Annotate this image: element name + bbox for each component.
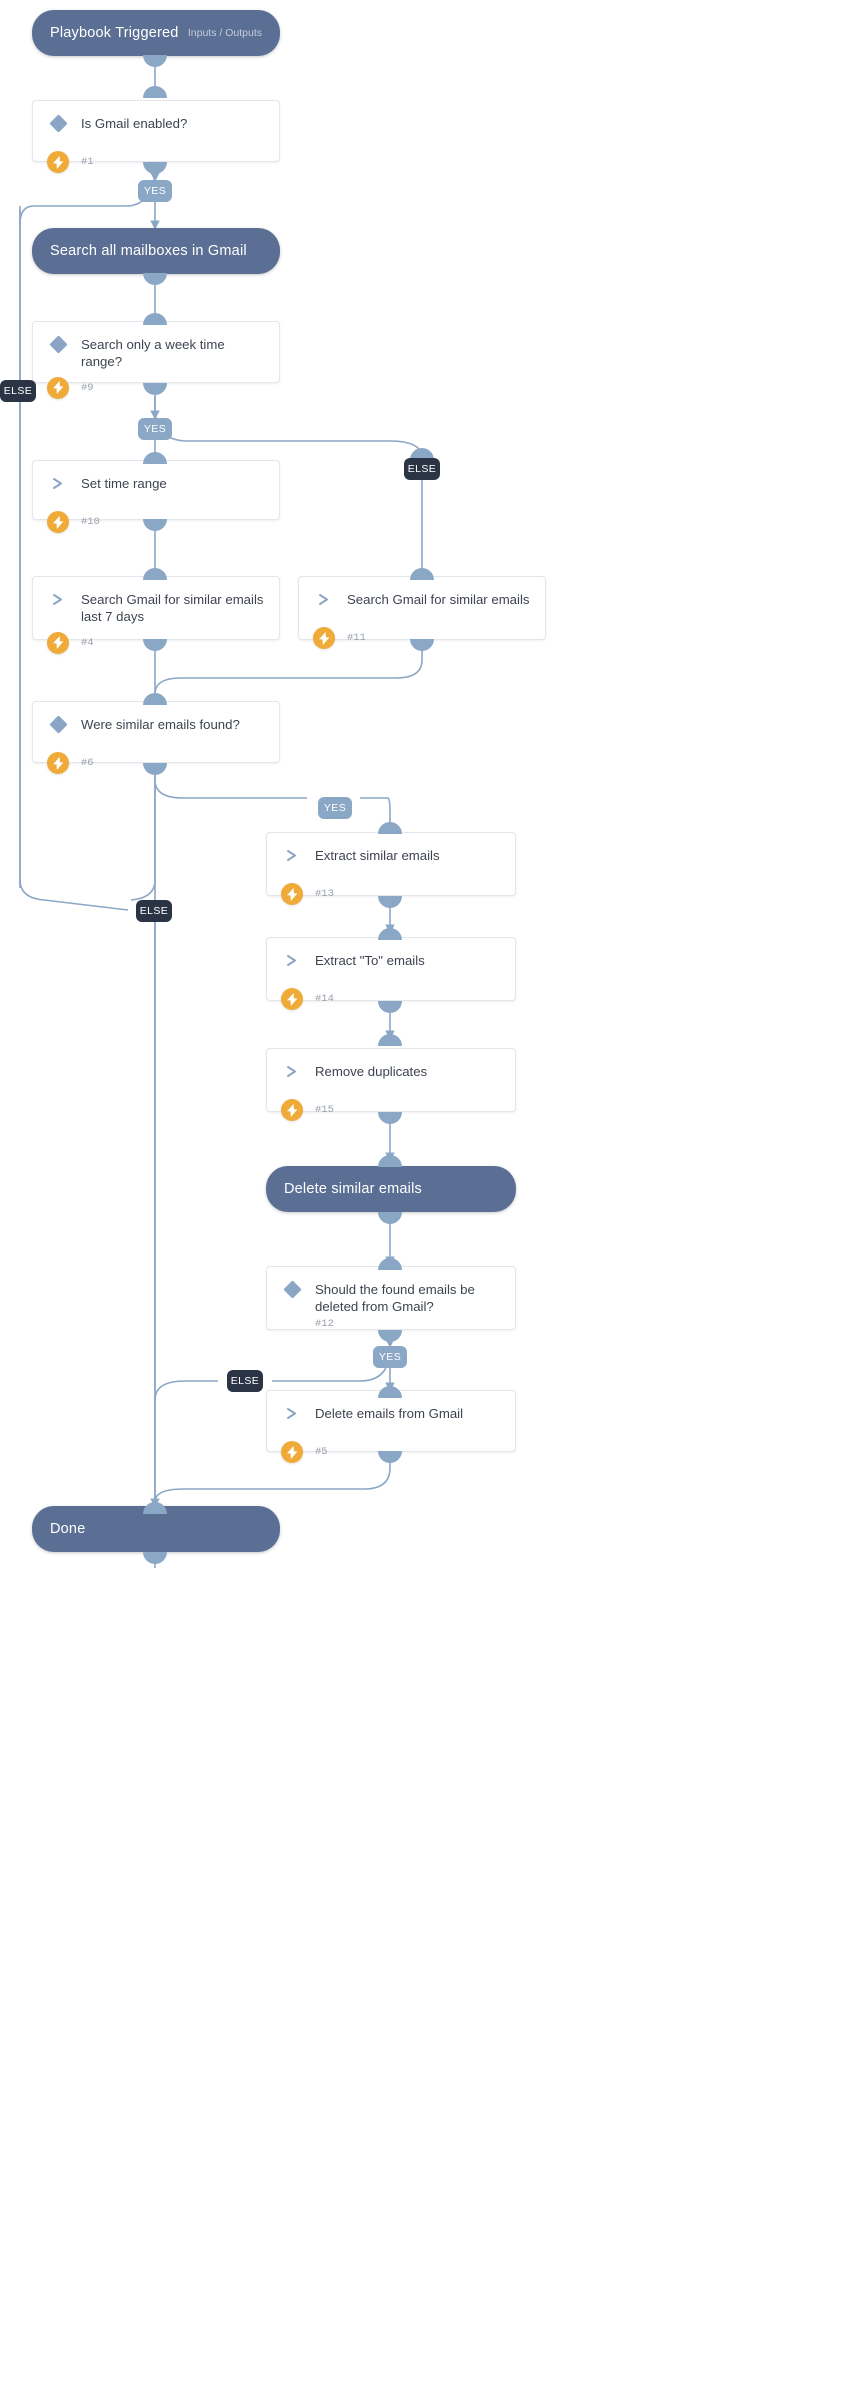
node-is-gmail-enabled[interactable]: Is Gmail enabled? #1 (32, 100, 280, 173)
lightning-bolt-icon (47, 631, 69, 654)
card-header: Is Gmail enabled? (33, 101, 279, 145)
node-week-time-range[interactable]: Search only a week time range? #9 (32, 321, 280, 399)
junction-dot (378, 1155, 402, 1167)
node-ref: #9 (81, 381, 94, 394)
node-delete-emails-from-gmail[interactable]: Delete emails from Gmail #5 (266, 1390, 516, 1463)
branch-badge-yes-3[interactable]: YES (318, 797, 352, 819)
node-ref: #11 (347, 632, 366, 644)
branch-badge-else-2[interactable]: ELSE (404, 458, 440, 480)
junction-dot (143, 313, 167, 325)
card-header: Set time range (33, 461, 279, 505)
node-ref: #1 (81, 156, 94, 168)
lightning-bolt-icon (281, 988, 303, 1010)
node-search-all-mailboxes[interactable]: Search all mailboxes in Gmail (32, 228, 280, 274)
chevron-right-icon (47, 475, 69, 490)
node-extract-similar-emails[interactable]: Extract similar emails #13 (266, 832, 516, 905)
node-label: Search only a week time range? (81, 337, 225, 369)
card-header: Were similar emails found? (33, 702, 279, 746)
branch-badge-yes-4[interactable]: YES (373, 1346, 407, 1368)
node-ref: #5 (315, 1446, 328, 1458)
junction-dot (378, 1386, 402, 1398)
lightning-bolt-icon (47, 376, 69, 399)
junction-dot (378, 1212, 402, 1224)
node-label: Search Gmail for similar emails (347, 592, 530, 607)
junction-dot (143, 452, 167, 464)
chevron-right-icon (281, 952, 303, 967)
card-header: Search only a week time range? (33, 322, 279, 371)
chevron-right-icon (47, 591, 69, 606)
node-label: Set time range (81, 476, 167, 491)
diamond-icon (47, 715, 69, 734)
lightning-bolt-icon (47, 752, 69, 774)
node-remove-duplicates[interactable]: Remove duplicates #15 (266, 1048, 516, 1121)
node-ref: #6 (81, 757, 94, 769)
junction-dot (378, 1330, 402, 1342)
node-extract-to-emails[interactable]: Extract "To" emails #14 (266, 937, 516, 1010)
node-ref: #14 (315, 993, 334, 1005)
node-delete-similar-emails[interactable]: Delete similar emails (266, 1166, 516, 1212)
lightning-bolt-icon (281, 1099, 303, 1121)
junction-dot (143, 1552, 167, 1564)
junction-dot (143, 568, 167, 580)
junction-dot (143, 1502, 167, 1514)
node-set-time-range[interactable]: Set time range #10 (32, 460, 280, 533)
card-header: Should the found emails be deleted from … (267, 1267, 515, 1316)
lightning-bolt-icon (47, 511, 69, 533)
node-playbook-triggered[interactable]: Playbook Triggered Inputs / Outputs (32, 10, 280, 56)
node-ref: #4 (81, 636, 94, 649)
branch-badge-else-3[interactable]: ELSE (136, 900, 172, 922)
diamond-icon (47, 335, 69, 354)
node-title: Delete similar emails (284, 1181, 422, 1197)
node-ref: #12 (315, 1317, 334, 1330)
card-header: Extract "To" emails (267, 938, 515, 982)
node-title: Done (50, 1521, 86, 1537)
node-label: Should the found emails be deleted from … (315, 1282, 475, 1314)
card-header: Search Gmail for similar emails last 7 d… (33, 577, 279, 626)
branch-badge-else-1[interactable]: ELSE (0, 380, 36, 402)
lightning-bolt-icon (281, 1441, 303, 1463)
junction-dot (143, 693, 167, 705)
chevron-right-icon (313, 591, 335, 606)
node-search-last-7-days[interactable]: Search Gmail for similar emails last 7 d… (32, 576, 280, 654)
junction-dot (410, 568, 434, 580)
node-label: Search Gmail for similar emails last 7 d… (81, 592, 264, 624)
junction-dot (378, 1258, 402, 1270)
node-label: Is Gmail enabled? (81, 116, 188, 131)
node-ref: #13 (315, 888, 334, 900)
chevron-right-icon (281, 1063, 303, 1078)
flowchart-canvas: Playbook Triggered Inputs / Outputs Is G… (0, 0, 846, 2389)
node-label: Delete emails from Gmail (315, 1406, 464, 1421)
node-ref: #15 (315, 1104, 334, 1116)
node-label: Extract "To" emails (315, 953, 425, 968)
junction-dot (378, 1034, 402, 1046)
node-label: Extract similar emails (315, 848, 440, 863)
node-label: Remove duplicates (315, 1064, 428, 1079)
junction-dot (143, 55, 167, 67)
node-label: Were similar emails found? (81, 717, 240, 732)
node-title: Search all mailboxes in Gmail (50, 243, 247, 259)
junction-dot (143, 86, 167, 98)
chevron-right-icon (281, 847, 303, 862)
node-should-delete-from-gmail[interactable]: Should the found emails be deleted from … (266, 1266, 516, 1330)
lightning-bolt-icon (47, 151, 69, 173)
lightning-bolt-icon (313, 627, 335, 649)
junction-dot (143, 273, 167, 285)
lightning-bolt-icon (281, 883, 303, 905)
node-ref: #10 (81, 516, 100, 528)
branch-badge-else-4[interactable]: ELSE (227, 1370, 263, 1392)
node-subtitle-inputs-outputs: Inputs / Outputs (187, 27, 262, 39)
node-were-similar-emails-found[interactable]: Were similar emails found? #6 (32, 701, 280, 774)
branch-badge-yes-1[interactable]: YES (138, 180, 172, 202)
diamond-icon (47, 114, 69, 133)
junction-dot (378, 928, 402, 940)
diamond-icon (281, 1280, 303, 1299)
branch-badge-yes-2[interactable]: YES (138, 418, 172, 440)
junction-dot (378, 822, 402, 834)
chevron-right-icon (281, 1405, 303, 1420)
node-title: Playbook Triggered (50, 25, 179, 41)
node-search-similar-emails[interactable]: Search Gmail for similar emails #11 (298, 576, 546, 649)
card-header: Remove duplicates (267, 1049, 515, 1093)
card-header: Search Gmail for similar emails (299, 577, 545, 621)
card-header: Extract similar emails (267, 833, 515, 877)
